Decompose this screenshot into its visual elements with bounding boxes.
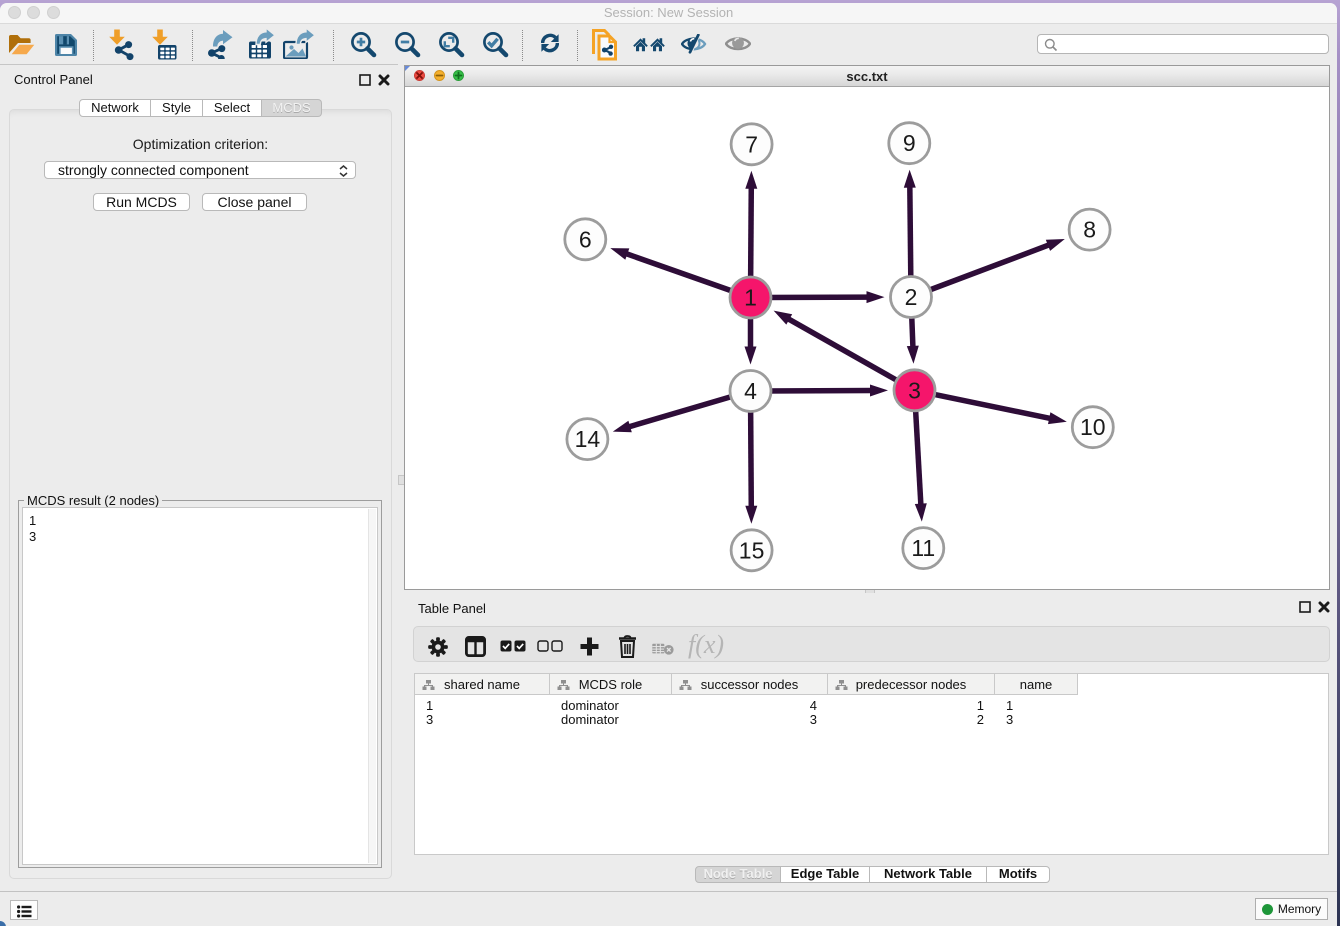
- svg-text:9: 9: [903, 130, 916, 156]
- svg-text:7: 7: [745, 131, 758, 157]
- svg-text:14: 14: [575, 426, 601, 452]
- svg-text:10: 10: [1080, 414, 1106, 440]
- svg-text:15: 15: [739, 537, 765, 563]
- svg-text:1: 1: [744, 285, 757, 311]
- svg-text:2: 2: [905, 284, 918, 310]
- svg-text:11: 11: [911, 535, 935, 561]
- svg-text:3: 3: [908, 377, 921, 403]
- svg-text:4: 4: [744, 378, 757, 404]
- svg-text:6: 6: [579, 226, 592, 252]
- svg-text:8: 8: [1083, 217, 1096, 243]
